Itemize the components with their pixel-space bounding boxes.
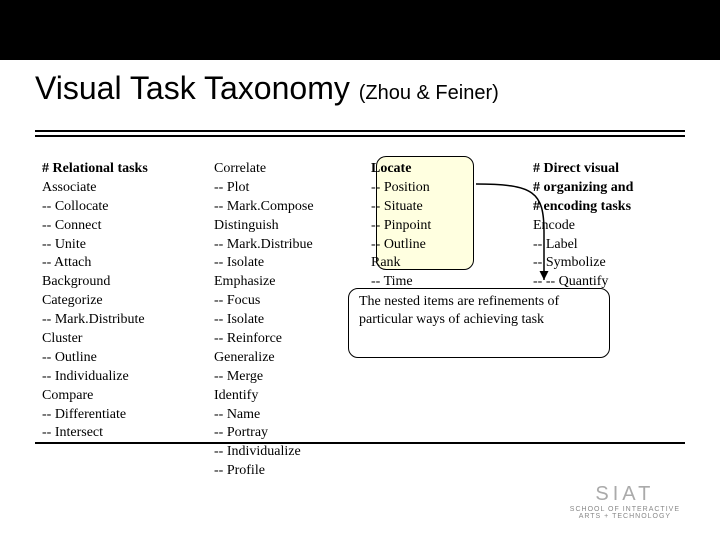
list-item: Categorize [42,292,192,311]
column-1: # Relational tasks Associate -- Collocat… [42,160,192,481]
list-item: -- Unite [42,236,192,255]
list-item: -- Individualize [214,443,349,462]
col1-header: # Relational tasks [42,160,192,179]
list-item: -- Portray [214,424,349,443]
divider-top-1 [35,130,685,132]
callout-box: The nested items are refinements of part… [348,288,610,358]
list-item: Background [42,273,192,292]
list-item: -- Name [214,406,349,425]
column-2: Correlate -- Plot -- Mark.Compose Distin… [214,160,349,481]
logo-mark: SIAT [570,483,680,506]
locate-header: Locate [371,160,511,179]
logo-line2: ARTS + TECHNOLOGY [570,513,680,520]
list-item: -- Symbolize [533,254,693,273]
list-item: Compare [42,387,192,406]
title-main: Visual Task Taxonomy [35,70,350,106]
list-item: -- Situate [371,198,511,217]
col4-header-2: # organizing and [533,179,693,198]
list-item: -- Isolate [214,311,349,330]
list-item: -- Merge [214,368,349,387]
list-item: Cluster [42,330,192,349]
title-attribution: (Zhou & Feiner) [359,82,499,104]
list-item: Identify [214,387,349,406]
list-item: Rank [371,254,511,273]
list-item: -- Mark.Compose [214,198,349,217]
list-item: -- Isolate [214,254,349,273]
list-item: -- Plot [214,179,349,198]
col4-header-3: # encoding tasks [533,198,693,217]
list-item: -- Intersect [42,424,192,443]
list-item: -- Label [533,236,693,255]
list-item: -- Profile [214,462,349,481]
list-item: -- Reinforce [214,330,349,349]
list-item: -- Attach [42,254,192,273]
list-item: -- Focus [214,292,349,311]
logo-line1: SCHOOL OF INTERACTIVE [570,506,680,513]
divider-top-2 [35,135,685,137]
list-item: -- Outline [371,236,511,255]
callout-text: The nested items are refinements of part… [359,294,559,327]
col4-header-1: # Direct visual [533,160,693,179]
list-item: -- Position [371,179,511,198]
list-item: Encode [533,217,693,236]
list-item: -- Mark.Distribute [42,311,192,330]
siat-logo: SIAT SCHOOL OF INTERACTIVE ARTS + TECHNO… [570,483,680,520]
divider-bottom [35,442,685,444]
list-item: Distinguish [214,217,349,236]
list-item: -- Individualize [42,368,192,387]
list-item: -- Differentiate [42,406,192,425]
list-item: -- Outline [42,349,192,368]
top-black-bar [0,0,720,60]
list-item: -- Pinpoint [371,217,511,236]
list-item: -- Collocate [42,198,192,217]
list-item: Emphasize [214,273,349,292]
list-item: Correlate [214,160,349,179]
list-item: -- Connect [42,217,192,236]
list-item: Associate [42,179,192,198]
slide-title: Visual Task Taxonomy (Zhou & Feiner) [35,70,499,107]
list-item: -- Mark.Distribue [214,236,349,255]
list-item: Generalize [214,349,349,368]
